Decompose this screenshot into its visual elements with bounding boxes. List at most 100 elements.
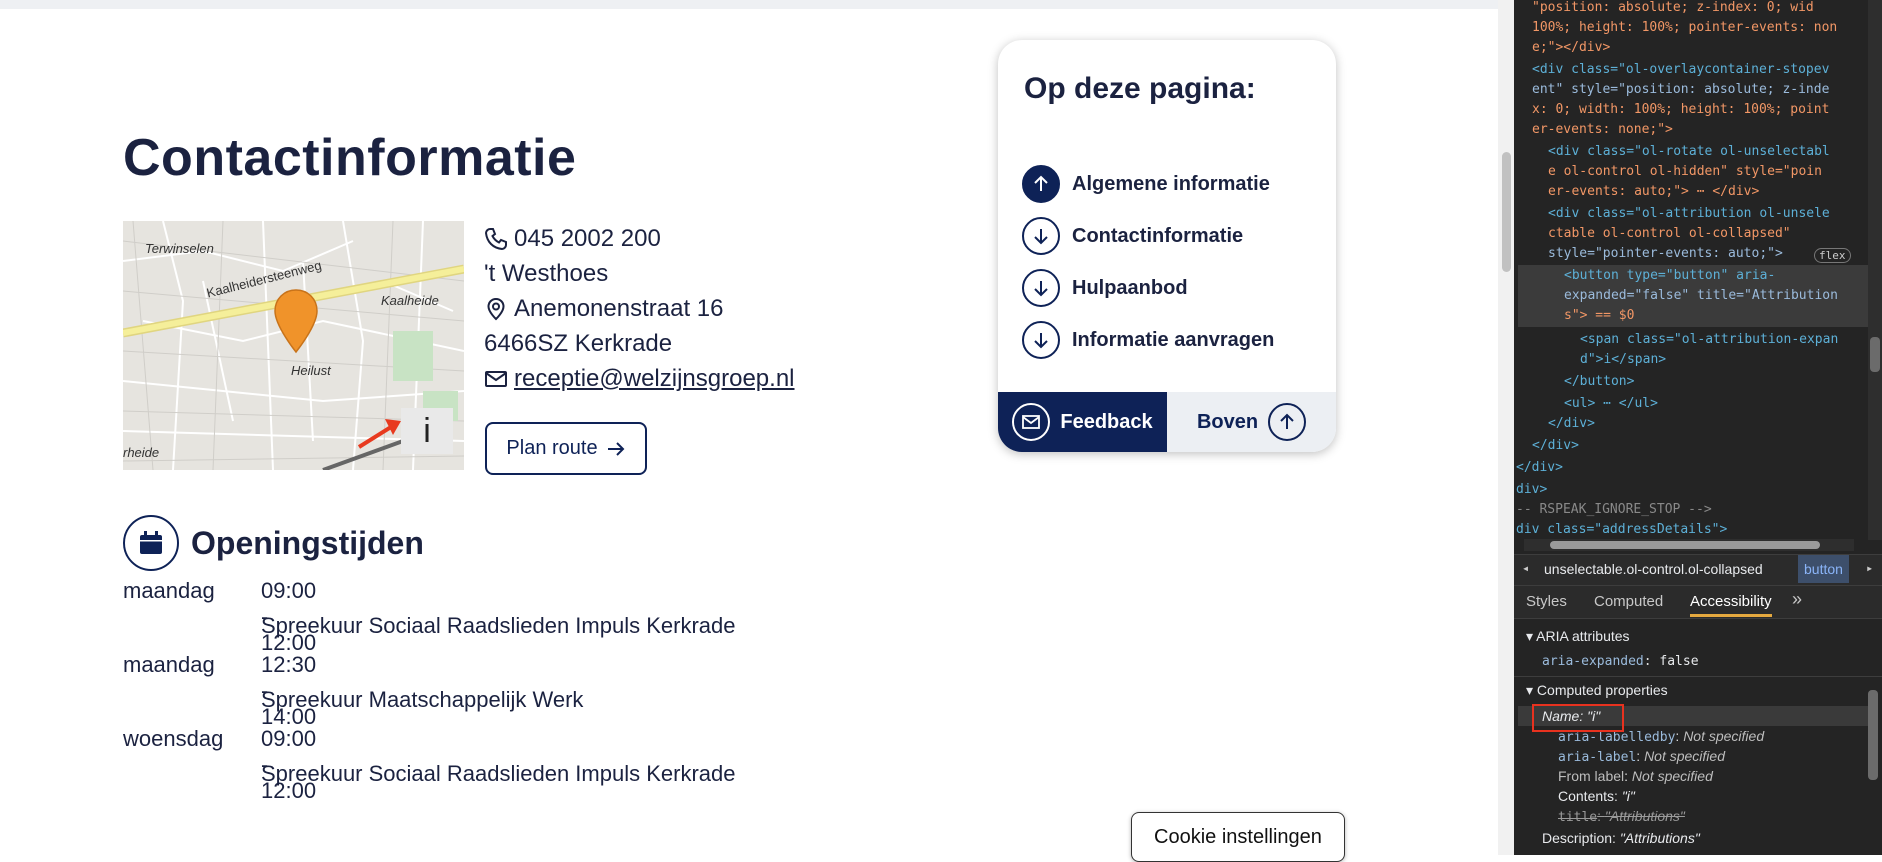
code-line[interactable]: </button> bbox=[1564, 372, 1634, 392]
on-this-page-panel: Op deze pagina: Algemene informatie Cont… bbox=[998, 40, 1336, 452]
aria-label-row: aria-label: Not specified bbox=[1558, 748, 1725, 765]
location-name: 't Westhoes bbox=[484, 259, 609, 287]
code-line[interactable]: x: 0; width: 100%; height: 100%; point bbox=[1532, 100, 1829, 120]
code-line[interactable]: ent" style="position: absolute; z-inde bbox=[1532, 80, 1829, 100]
flex-badge[interactable]: flex bbox=[1814, 248, 1851, 263]
breadcrumb-left-arrow-icon[interactable]: ◂ bbox=[1522, 561, 1529, 575]
arrow-down-icon bbox=[1022, 217, 1060, 255]
code-line[interactable]: "position: absolute; z-index: 0; wid bbox=[1532, 0, 1814, 18]
location-pin-icon[interactable] bbox=[273, 288, 319, 354]
breadcrumb-item[interactable]: unselectable.ol-control.ol-collapsed bbox=[1544, 561, 1763, 577]
code-line[interactable]: e;"></div> bbox=[1532, 38, 1610, 58]
feedback-label: Feedback bbox=[1060, 410, 1153, 433]
code-line[interactable]: er-events: auto;"> ⋯ </div> bbox=[1548, 182, 1759, 202]
page-title: Contactinformatie bbox=[123, 129, 577, 187]
day: maandag bbox=[123, 652, 215, 677]
toc-item-label: Informatie aanvragen bbox=[1072, 328, 1275, 351]
toc-item-informatie-aanvragen[interactable]: Informatie aanvragen bbox=[1022, 314, 1274, 366]
page-scrollbar[interactable] bbox=[1498, 0, 1514, 855]
code-line[interactable]: </div> bbox=[1548, 414, 1595, 434]
devtools-scrollbar[interactable] bbox=[1868, 0, 1882, 540]
map-label: Heilust bbox=[291, 363, 331, 378]
mail-icon bbox=[484, 367, 508, 391]
top-bar bbox=[0, 0, 1498, 9]
page-scrollbar-thumb[interactable] bbox=[1502, 152, 1511, 272]
highlight-annotation-box bbox=[1532, 704, 1624, 732]
code-line[interactable]: <button type="button" aria- bbox=[1564, 266, 1775, 286]
description: Spreekuur Maatschappelijk Werk bbox=[261, 687, 584, 712]
map-label: rheide bbox=[123, 445, 160, 460]
phone-number[interactable]: 045 2002 200 bbox=[514, 225, 661, 253]
accessibility-pane-scrollbar[interactable] bbox=[1868, 690, 1878, 780]
code-line[interactable]: <div class="ol-rotate ol-unselectabl bbox=[1548, 142, 1830, 162]
tab-accessibility[interactable]: Accessibility bbox=[1690, 593, 1772, 617]
aria-attributes-section[interactable]: ▾ ARIA attributes bbox=[1526, 628, 1630, 645]
code-line[interactable]: s"> == $0 bbox=[1564, 306, 1634, 326]
phone-icon bbox=[484, 227, 508, 251]
arrow-up-icon bbox=[1022, 165, 1060, 203]
code-line[interactable]: <ul> ⋯ </ul> bbox=[1564, 394, 1658, 414]
breadcrumb-right-arrow-icon[interactable]: ▸ bbox=[1866, 561, 1873, 575]
code-line[interactable]: d">i</span> bbox=[1580, 350, 1666, 370]
more-tabs-icon[interactable]: » bbox=[1792, 589, 1802, 610]
toc-item-label: Algemene informatie bbox=[1072, 172, 1270, 195]
code-line[interactable]: </div> bbox=[1516, 458, 1563, 478]
map-marker-icon bbox=[484, 297, 508, 321]
code-line[interactable]: div> bbox=[1516, 480, 1547, 500]
toc-item-hulpaanbod[interactable]: Hulpaanbod bbox=[1022, 262, 1274, 314]
toc-item-algemene-informatie[interactable]: Algemene informatie bbox=[1022, 158, 1274, 210]
code-line[interactable]: er-events: none;"> bbox=[1532, 120, 1673, 140]
description-row: Description: "Attributions" bbox=[1542, 830, 1700, 846]
title-row: title: "Attributions" bbox=[1558, 808, 1685, 825]
code-line[interactable]: </div> bbox=[1532, 436, 1579, 456]
tab-styles[interactable]: Styles bbox=[1526, 593, 1567, 610]
breadcrumb-item-active[interactable]: button bbox=[1798, 555, 1849, 583]
web-page: Contactinformatie Terwinselen Kaalheider… bbox=[0, 0, 1514, 855]
opening-hours-header: Openingstijden bbox=[123, 515, 424, 571]
toc-item-label: Contactinformatie bbox=[1072, 224, 1244, 247]
arrow-up-icon bbox=[1268, 403, 1307, 441]
day: maandag bbox=[123, 578, 215, 603]
toc-item-label: Hulpaanbod bbox=[1072, 276, 1188, 299]
plan-route-button[interactable]: Plan route bbox=[485, 422, 647, 475]
arrow-down-icon bbox=[1022, 269, 1060, 307]
plan-route-label: Plan route bbox=[506, 437, 598, 459]
code-line[interactable]: 100%; height: 100%; pointer-events: non bbox=[1532, 18, 1837, 38]
elements-tree[interactable]: "position: absolute; z-index: 0; wid 100… bbox=[1514, 0, 1882, 540]
code-line[interactable]: <div class="ol-overlaycontainer-stopev bbox=[1532, 60, 1829, 80]
code-line[interactable]: <span class="ol-attribution-expan bbox=[1580, 330, 1838, 350]
description: Spreekuur Sociaal Raadslieden Impuls Ker… bbox=[261, 761, 736, 786]
code-line[interactable]: e ol-control ol-hidden" style="poin bbox=[1548, 162, 1822, 182]
map-label: Kaalheide bbox=[381, 293, 439, 308]
map-label: Terwinselen bbox=[145, 241, 214, 256]
arrow-down-icon bbox=[1022, 321, 1060, 359]
accessibility-pane: ▾ ARIA attributes aria-expanded: false ▾… bbox=[1514, 620, 1882, 855]
contact-details: 045 2002 200 't Westhoes Anemonenstraat … bbox=[484, 221, 795, 396]
arrow-right-icon bbox=[607, 441, 624, 456]
mail-icon bbox=[1012, 403, 1051, 441]
code-line[interactable]: style="pointer-events: auto;"> bbox=[1548, 244, 1783, 264]
map-attribution-info-button[interactable]: i bbox=[401, 408, 453, 454]
red-arrow-annotation-icon bbox=[357, 419, 401, 449]
tab-computed[interactable]: Computed bbox=[1594, 593, 1663, 610]
street-address: Anemonenstraat 16 bbox=[514, 294, 724, 322]
code-line[interactable]: -- RSPEAK_IGNORE_STOP --> bbox=[1516, 500, 1712, 520]
feedback-button[interactable]: Feedback bbox=[998, 392, 1167, 452]
devtools-horizontal-scrollbar-thumb[interactable] bbox=[1550, 541, 1820, 549]
calendar-icon bbox=[123, 515, 179, 571]
email-link[interactable]: receptie@welzijnsgroep.nl bbox=[514, 365, 795, 393]
code-line[interactable]: expanded="false" title="Attribution bbox=[1564, 286, 1838, 306]
code-line[interactable]: div class="addressDetails"> bbox=[1516, 520, 1727, 540]
aria-expanded-row: aria-expanded: false bbox=[1542, 654, 1699, 669]
devtools-sidebar-tabs: Styles Computed Accessibility » bbox=[1514, 586, 1882, 619]
back-to-top-label: Boven bbox=[1196, 410, 1259, 433]
computed-properties-section[interactable]: ▾ Computed properties bbox=[1526, 682, 1668, 699]
back-to-top-button[interactable]: Boven bbox=[1167, 392, 1336, 452]
devtools-scrollbar-thumb[interactable] bbox=[1870, 337, 1880, 372]
toc-item-contactinformatie[interactable]: Contactinformatie bbox=[1022, 210, 1274, 262]
code-line[interactable]: <div class="ol-attribution ol-unsele bbox=[1548, 204, 1830, 224]
postal-city: 6466SZ Kerkrade bbox=[484, 329, 673, 357]
contents-row: Contents: "i" bbox=[1558, 788, 1635, 804]
opening-hours-heading: Openingstijden bbox=[191, 524, 424, 561]
code-line[interactable]: ctable ol-control ol-collapsed" bbox=[1548, 224, 1791, 244]
